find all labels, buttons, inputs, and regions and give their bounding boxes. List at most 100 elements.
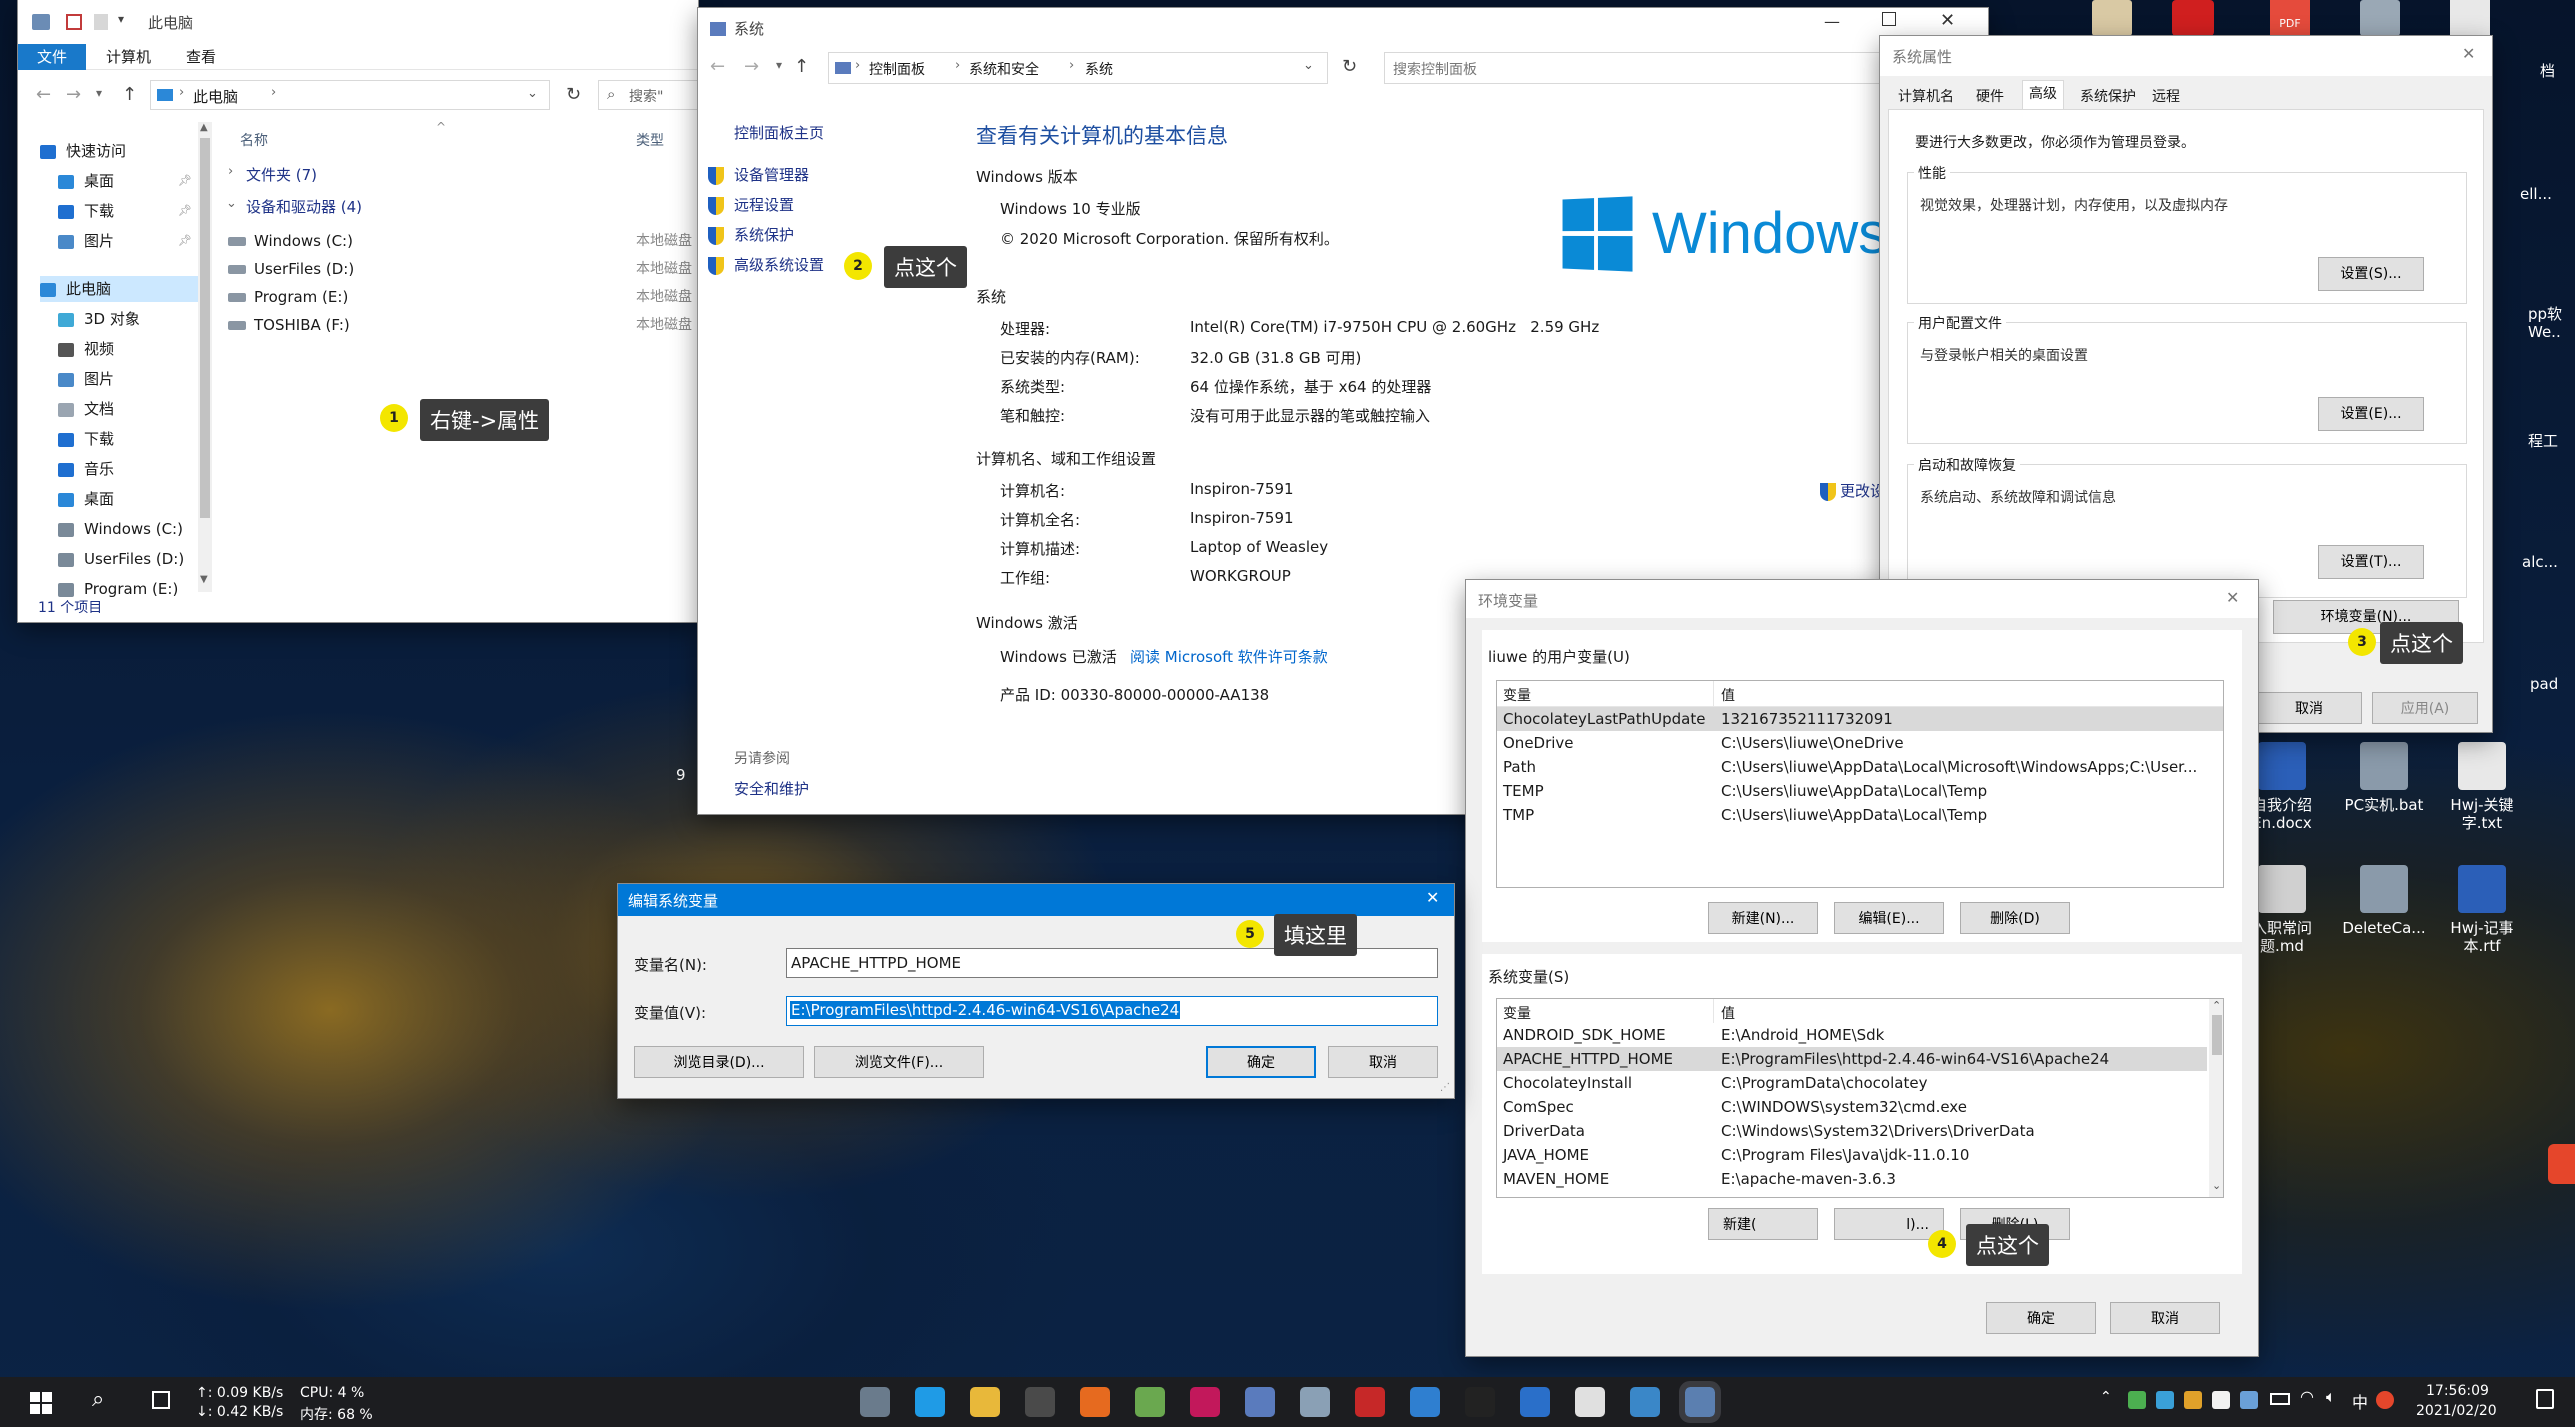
text-file-icon[interactable] [2450, 0, 2490, 36]
system-vars-scrollbar[interactable]: ⌃ ⌄ [2209, 999, 2223, 1197]
tray-app-icon[interactable] [2240, 1391, 2258, 1409]
terminal-icon[interactable] [1025, 1387, 1055, 1417]
firefox-icon[interactable] [1080, 1387, 1110, 1417]
up-arrow-icon[interactable]: ↑ [122, 84, 137, 105]
column-header-value[interactable]: 值 [1721, 685, 1735, 705]
variable-row[interactable]: OneDrive C:\Users\liuwe\OneDrive [1497, 731, 2223, 755]
variable-row[interactable]: APACHE_HTTPD_HOME E:\ProgramFiles\httpd-… [1497, 1047, 2207, 1071]
browse-file-button[interactable]: 浏览文件(F)... [814, 1046, 984, 1078]
variable-row[interactable]: ANDROID_SDK_HOME E:\Android_HOME\Sdk [1497, 1023, 2207, 1047]
variable-value-field[interactable]: E:\ProgramFiles\httpd-2.4.46-win64-VS16\… [786, 996, 1438, 1026]
nav-item[interactable]: 快速访问 [40, 138, 198, 164]
group-folders[interactable]: 文件夹 (7) [246, 164, 317, 185]
user-vars-list[interactable]: 变量 值 ChocolateyLastPathUpdate 1321673521… [1496, 680, 2224, 888]
scroll-up-icon[interactable]: ⌃ [2212, 999, 2221, 1012]
chevron-down-icon[interactable]: ▾ [96, 86, 102, 100]
system-vars-list[interactable]: 变量 值 ANDROID_SDK_HOME E:\Android_HOME\Sd… [1496, 998, 2224, 1198]
tab-hardware[interactable]: 硬件 [1970, 84, 2010, 110]
column-header-variable[interactable]: 变量 [1503, 685, 1531, 705]
chrome-icon[interactable] [1410, 1387, 1440, 1417]
system-new-button[interactable]: 新建( [1708, 1208, 1818, 1240]
thunderbird-icon[interactable] [1520, 1387, 1550, 1417]
performance-settings-button[interactable]: 设置(S)... [2318, 257, 2424, 291]
ribbon-tab-file[interactable]: 文件 [18, 44, 86, 70]
app-red-icon[interactable] [2548, 1144, 2575, 1184]
nav-item[interactable]: UserFiles (D:) [58, 546, 198, 572]
remote-desktop-icon[interactable] [1630, 1387, 1660, 1417]
column-divider[interactable] [1713, 999, 1714, 1023]
system-edit-button[interactable]: l)... [1834, 1208, 1944, 1240]
editvar-cancel-button[interactable]: 取消 [1328, 1046, 1438, 1078]
column-header-value[interactable]: 值 [1721, 1003, 1735, 1023]
search-icon[interactable]: ⌕ [92, 1387, 104, 1412]
drive-row[interactable]: UserFiles (D:) 本地磁盘 [228, 256, 698, 282]
close-icon[interactable]: ✕ [2462, 44, 2475, 63]
change-settings-link[interactable]: 更改设 [1820, 480, 1885, 501]
file-manager-icon[interactable] [860, 1387, 890, 1417]
variable-row[interactable]: ComSpec C:\WINDOWS\system32\cmd.exe [1497, 1095, 2207, 1119]
column-header-type[interactable]: 类型 [636, 130, 664, 150]
scroll-down-icon[interactable]: ▼ [200, 574, 208, 585]
nav-scrollbar[interactable]: ▲ ▼ [198, 122, 212, 592]
clock-date[interactable]: 2021/02/20 [2416, 1403, 2497, 1419]
battery-icon[interactable] [2270, 1393, 2290, 1405]
drive-row[interactable]: Windows (C:) 本地磁盘 [228, 228, 698, 254]
desktop-file-keywords[interactable]: Hwj-关键字.txt [2432, 742, 2532, 832]
user-new-button[interactable]: 新建(N)... [1708, 902, 1818, 934]
variable-row[interactable]: TMP C:\Users\liuwe\AppData\Local\Temp [1497, 803, 2223, 827]
address-bar[interactable]: › 控制面板 › 系统和安全 › 系统 ⌄ [828, 52, 1328, 84]
notification-icon[interactable] [2536, 1389, 2554, 1409]
screenshot-icon[interactable] [1300, 1387, 1330, 1417]
maximize-icon[interactable] [1882, 12, 1896, 26]
chevron-down-icon[interactable]: ⌄ [1303, 58, 1314, 73]
pdf-icon[interactable]: PDF [2270, 0, 2310, 36]
browse-directory-button[interactable]: 浏览目录(D)... [634, 1046, 804, 1078]
nav-item[interactable]: 桌面 [58, 486, 198, 512]
wifi-icon[interactable]: ◠ [2300, 1387, 2314, 1406]
user-profiles-settings-button[interactable]: 设置(E)... [2318, 397, 2424, 431]
see-also-security-link[interactable]: 安全和维护 [734, 778, 809, 799]
close-icon[interactable]: ✕ [1426, 888, 1439, 907]
variable-row[interactable]: ChocolateyLastPathUpdate 132167352111732… [1497, 707, 2223, 731]
tab-system-protection[interactable]: 系统保护 [2074, 84, 2142, 110]
editvar-ok-button[interactable]: 确定 [1206, 1046, 1316, 1078]
tray-app-icon[interactable] [2156, 1391, 2174, 1409]
startup-recovery-settings-button[interactable]: 设置(T)... [2318, 545, 2424, 579]
checkbox-icon[interactable] [66, 14, 82, 30]
user-edit-button[interactable]: 编辑(E)... [1834, 902, 1944, 934]
cmd-icon[interactable] [1465, 1387, 1495, 1417]
settings-file-icon[interactable] [2360, 0, 2400, 36]
scroll-thumb[interactable] [200, 138, 210, 518]
nav-item[interactable]: 桌面 📌︎ [58, 168, 198, 194]
desktop-file-pc-bat[interactable]: PC实机.bat [2334, 742, 2434, 814]
nav-item[interactable]: 文档 [58, 396, 198, 422]
nav-item[interactable]: 下载 [58, 426, 198, 452]
nav-item[interactable]: Windows (C:) [58, 516, 198, 542]
license-terms-link[interactable]: 阅读 Microsoft 软件许可条款 [1130, 646, 1328, 667]
side-link-remote[interactable]: 远程设置 [708, 194, 794, 215]
clock-time[interactable]: 17:56:09 [2426, 1383, 2489, 1399]
quick-access-toolbar-icon[interactable] [32, 14, 50, 30]
desktop-icon-partial-2[interactable] [2172, 0, 2214, 36]
ribbon-tab-view[interactable]: 查看 [186, 46, 216, 67]
breadcrumb-security[interactable]: 系统和安全 [969, 59, 1039, 79]
typora-icon[interactable] [1575, 1387, 1605, 1417]
column-header-variable[interactable]: 变量 [1503, 1003, 1531, 1023]
variable-row[interactable]: Path C:\Users\liuwe\AppData\Local\Micros… [1497, 755, 2223, 779]
scroll-up-icon[interactable]: ▲ [200, 122, 208, 133]
nav-item[interactable]: 图片 📌︎ [58, 228, 198, 254]
variable-row[interactable]: JAVA_HOME C:\Program Files\Java\jdk-11.0… [1497, 1143, 2207, 1167]
app-red-icon[interactable] [1355, 1387, 1385, 1417]
ime-indicator[interactable]: 中 [2352, 1389, 2368, 1413]
forward-arrow-icon[interactable]: → [66, 84, 81, 105]
forward-arrow-icon[interactable]: → [744, 56, 759, 77]
envvars-ok-button[interactable]: 确定 [1986, 1302, 2096, 1334]
intellij-icon[interactable] [1190, 1387, 1220, 1417]
nav-item[interactable]: 下载 📌︎ [58, 198, 198, 224]
tray-app-icon[interactable] [2128, 1391, 2146, 1409]
up-arrow-icon[interactable]: ↑ [794, 56, 809, 77]
refresh-icon[interactable]: ↻ [566, 84, 581, 105]
nav-item[interactable]: 视频 [58, 336, 198, 362]
desktop-file-notepad-rtf[interactable]: Hwj-记事本.rtf [2432, 865, 2532, 955]
nav-item[interactable]: 此电脑 [40, 276, 198, 302]
